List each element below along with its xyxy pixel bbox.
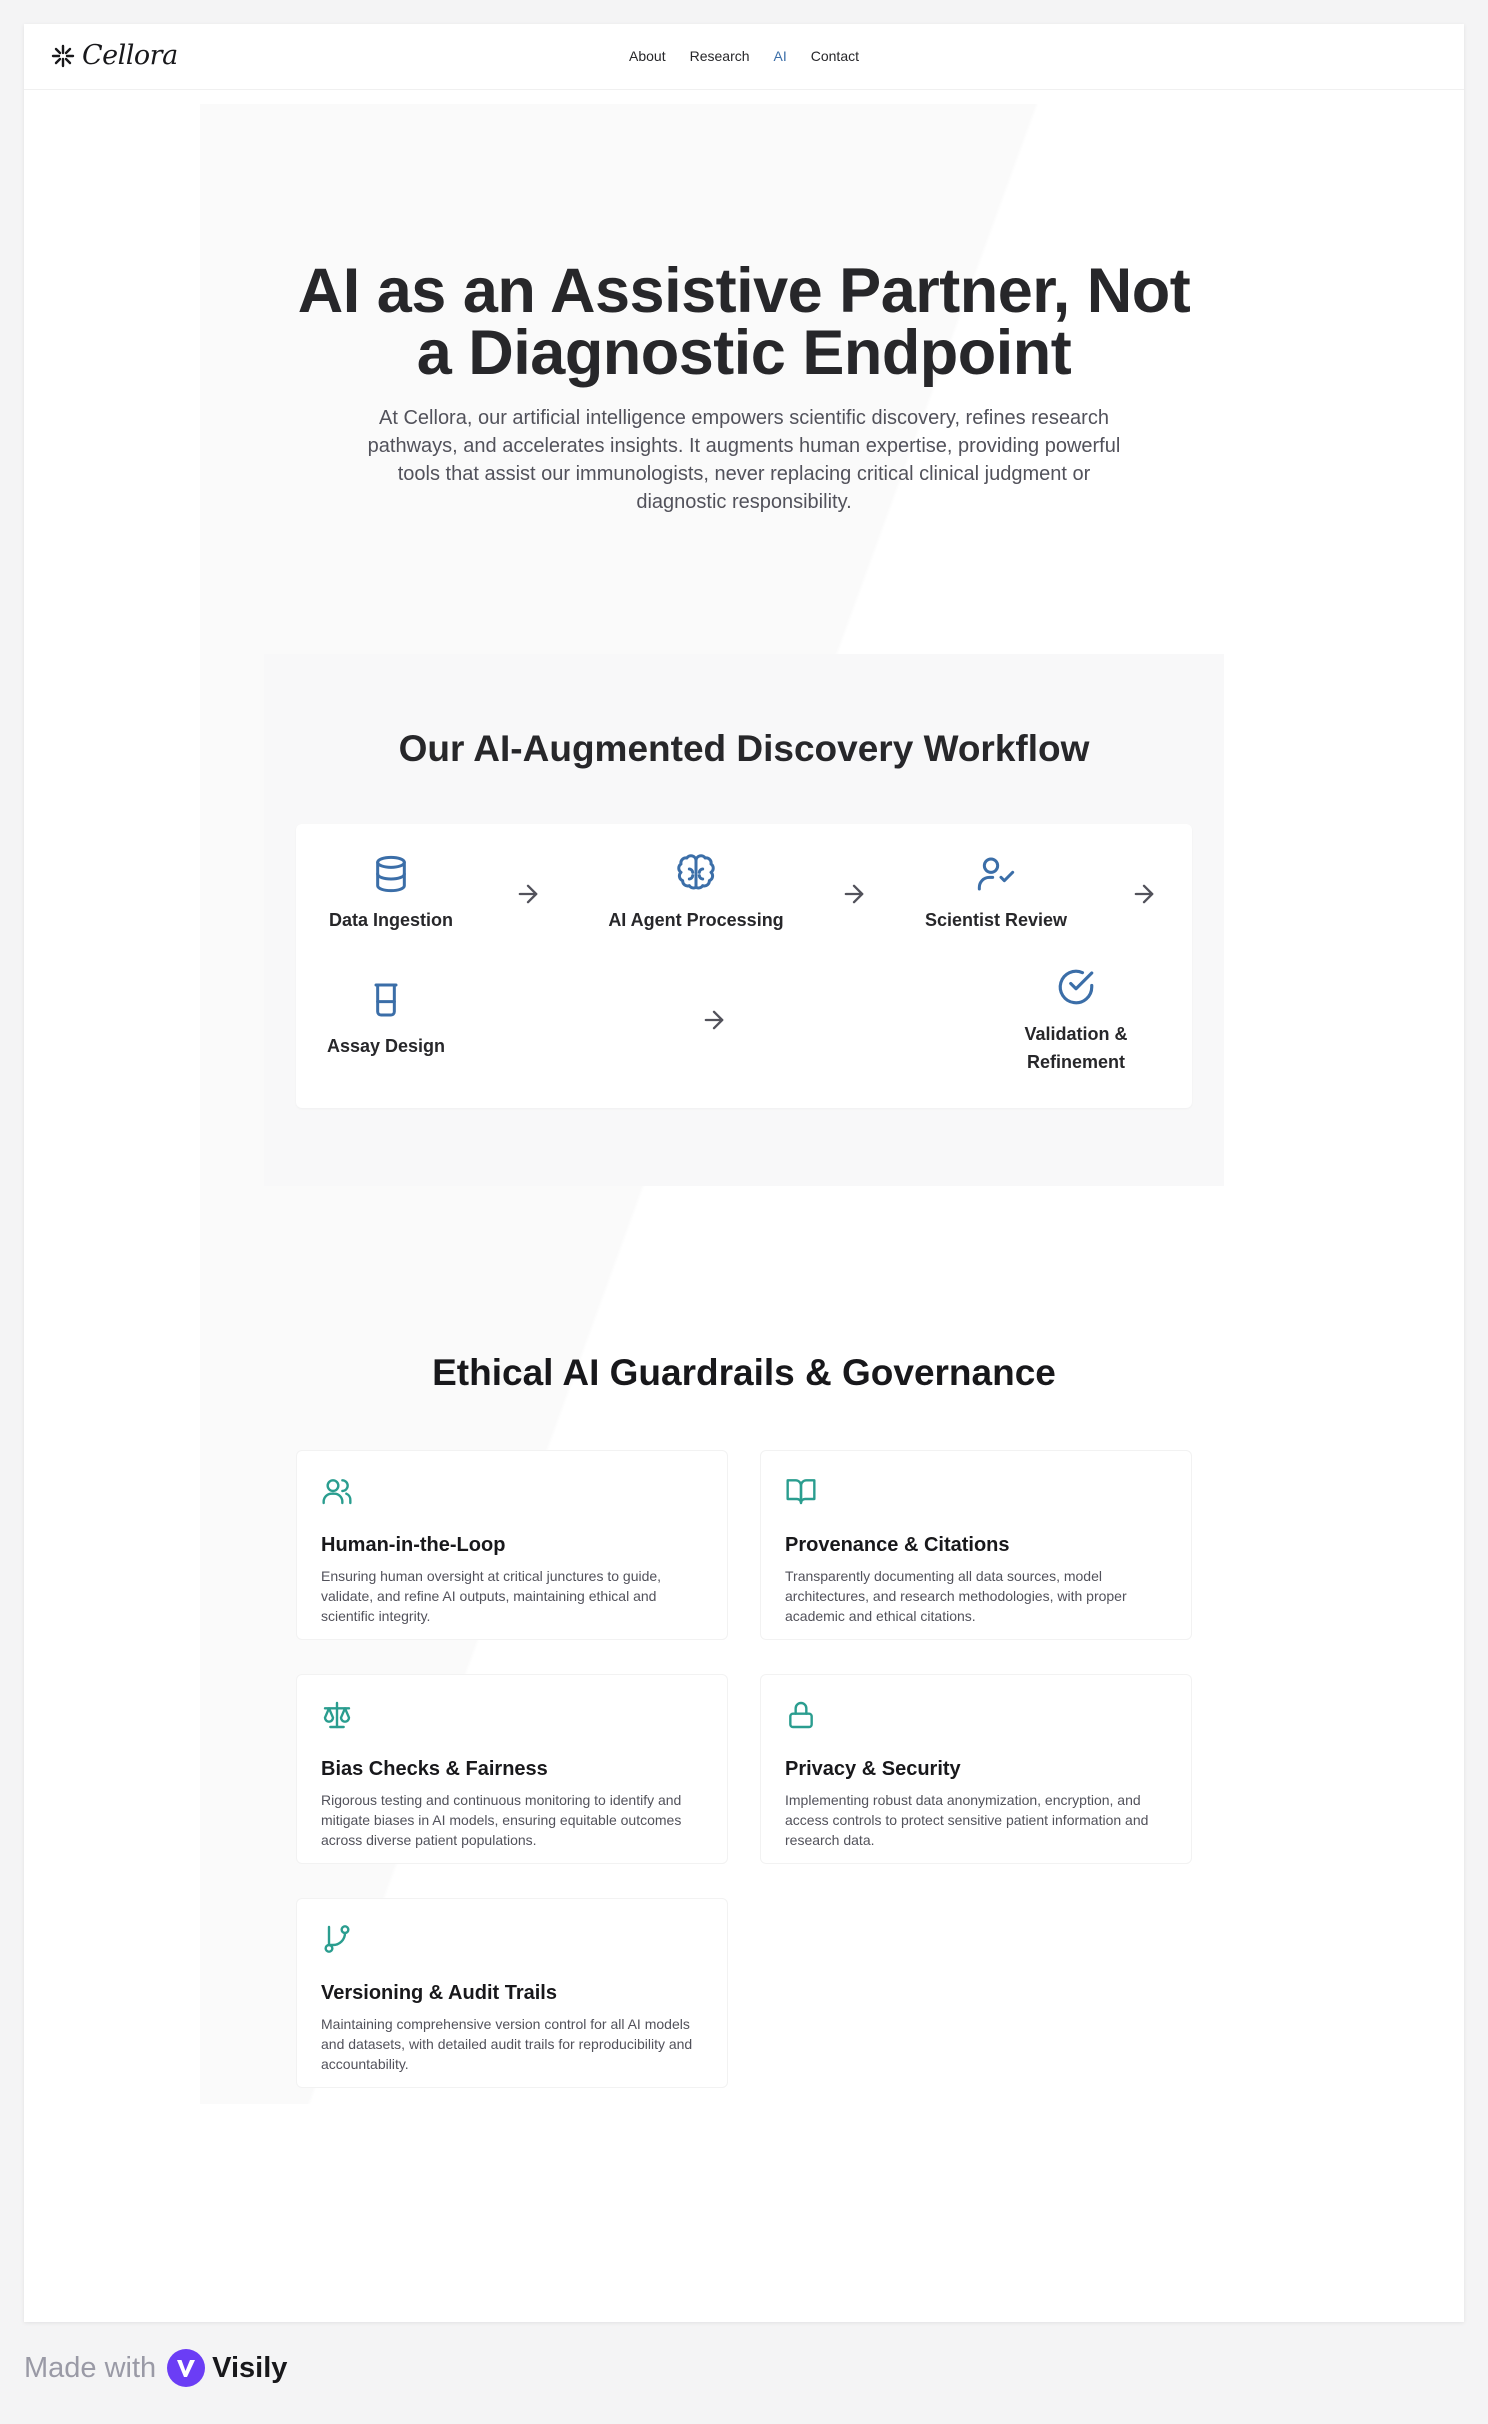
step-label: Assay Design bbox=[326, 1036, 446, 1056]
guardrail-title: Human-in-the-Loop bbox=[321, 1534, 506, 1556]
step-label: Scientist Review bbox=[924, 910, 1068, 930]
visily-brand-text: Visily bbox=[212, 2351, 288, 2384]
site-header: Cellora About Research AI Contact bbox=[24, 24, 1464, 90]
visily-logo-icon bbox=[167, 2349, 206, 2387]
step-label: AI Agent Processing bbox=[608, 910, 784, 930]
users-icon bbox=[322, 1479, 352, 1505]
guardrail-description: Maintaining comprehensive version contro… bbox=[321, 2016, 693, 2072]
workflow-title: Our AI-Augmented Discovery Workflow bbox=[398, 728, 1090, 769]
workflow-card: Data Ingestion AI Agent Processing Scien… bbox=[296, 824, 1192, 1108]
guardrail-card-human-in-the-loop: Human-in-the-Loop Ensuring human oversig… bbox=[296, 1450, 728, 1640]
guardrail-description: Ensuring human oversight at critical jun… bbox=[321, 1568, 662, 1624]
guardrail-card-bias-checks: Bias Checks & Fairness Rigorous testing … bbox=[296, 1674, 728, 1864]
hero-section: AI as an Assistive Partner, Not a Diagno… bbox=[24, 260, 1464, 516]
guardrail-title: Privacy & Security bbox=[785, 1758, 961, 1780]
book-open-icon bbox=[786, 1479, 816, 1505]
guardrail-card-versioning: Versioning & Audit Trails Maintaining co… bbox=[296, 1898, 728, 2088]
page-frame: Cellora About Research AI Contact AI as … bbox=[24, 24, 1464, 2322]
guardrail-description: Transparently documenting all data sourc… bbox=[785, 1568, 1127, 1624]
brain-icon bbox=[677, 854, 715, 890]
step-ai-agent-processing: AI Agent Processing bbox=[586, 854, 806, 934]
user-check-icon bbox=[977, 857, 1015, 891]
nav-ai[interactable]: AI bbox=[774, 48, 787, 64]
guardrail-title: Provenance & Citations bbox=[785, 1534, 1010, 1556]
nav-contact[interactable]: Contact bbox=[811, 48, 859, 64]
nav-about[interactable]: About bbox=[629, 48, 666, 64]
guardrail-title: Versioning & Audit Trails bbox=[321, 1982, 557, 2004]
step-validation-refinement: Validation & Refinement bbox=[986, 966, 1166, 1076]
step-label: Data Ingestion bbox=[328, 910, 453, 930]
guardrail-title: Bias Checks & Fairness bbox=[321, 1758, 548, 1780]
scale-icon bbox=[323, 1701, 351, 1729]
arrow-right-icon bbox=[704, 1010, 724, 1030]
nav-research[interactable]: Research bbox=[690, 48, 750, 64]
arrow-right-icon bbox=[844, 884, 864, 904]
step-assay-design: Assay Design bbox=[306, 980, 466, 1060]
workflow-section: Our AI-Augmented Discovery Workflow Data… bbox=[264, 654, 1224, 1186]
guardrail-description: Rigorous testing and continuous monitori… bbox=[321, 1792, 682, 1848]
check-circle-icon bbox=[1058, 969, 1094, 1005]
hero-description: At Cellora, our artificial intelligence … bbox=[367, 407, 1121, 513]
git-branch-icon bbox=[324, 1925, 350, 1953]
lock-icon bbox=[789, 1701, 813, 1729]
guardrail-card-provenance: Provenance & Citations Transparently doc… bbox=[760, 1450, 1192, 1640]
beaker-icon bbox=[374, 983, 398, 1017]
hero-title: AI as an Assistive Partner, Not a Diagno… bbox=[297, 256, 1191, 388]
arrow-right-icon bbox=[1134, 884, 1154, 904]
step-label: Validation & Refinement bbox=[1024, 1024, 1128, 1072]
made-with-text: Made with bbox=[24, 2351, 157, 2384]
guardrail-description: Implementing robust data anonymization, … bbox=[785, 1792, 1149, 1848]
arrow-right-icon bbox=[518, 884, 538, 904]
step-data-ingestion: Data Ingestion bbox=[306, 854, 476, 934]
main-nav: About Research AI Contact bbox=[24, 48, 1464, 64]
database-icon bbox=[376, 855, 406, 893]
made-with-badge[interactable]: Made with Visily bbox=[24, 2348, 287, 2388]
guardrail-card-privacy-security: Privacy & Security Implementing robust d… bbox=[760, 1674, 1192, 1864]
step-scientist-review: Scientist Review bbox=[896, 854, 1096, 934]
guardrails-title: Ethical AI Guardrails & Governance bbox=[432, 1352, 1056, 1393]
